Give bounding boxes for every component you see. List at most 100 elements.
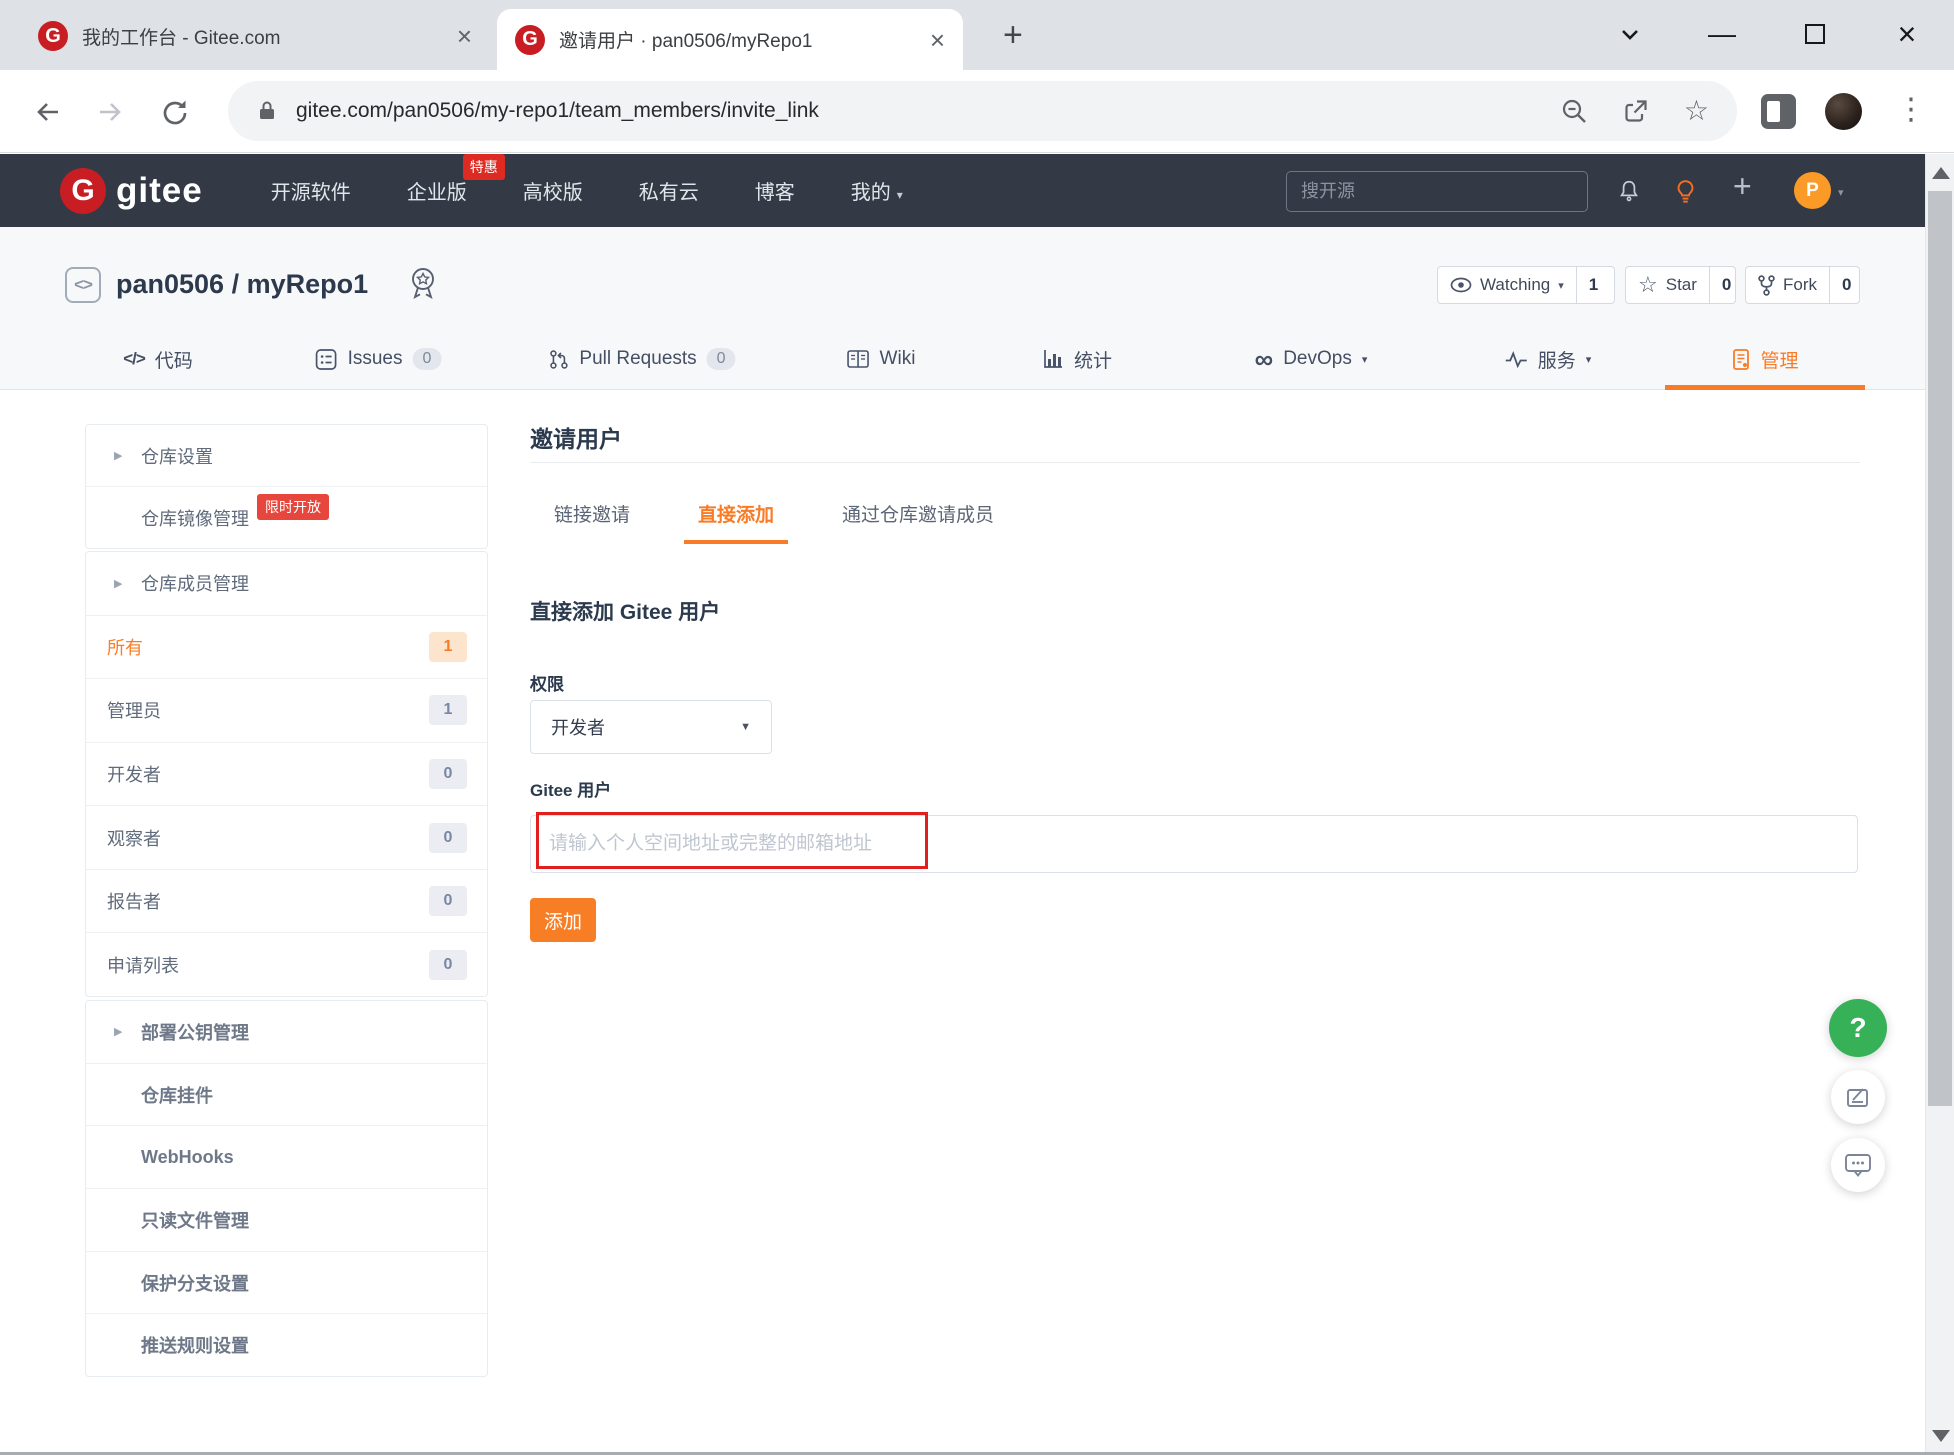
caret-down-icon[interactable]: ▾ — [1838, 186, 1844, 199]
repo-tab-pull-requests[interactable]: Pull Requests 0 — [548, 332, 735, 386]
fork-count[interactable]: 0 — [1829, 267, 1860, 303]
browser-window: G 我的工作台 - Gitee.com × G 邀请用户 · pan0506/m… — [0, 0, 1954, 1455]
sidebar-item-reporters[interactable]: 报告者 0 — [86, 869, 487, 933]
issues-icon — [315, 348, 338, 371]
count-badge: 0 — [429, 886, 467, 916]
infinity-icon: ∞ — [1255, 346, 1274, 372]
new-tab-button[interactable]: + — [1003, 16, 1023, 54]
sidebar-item-member-management[interactable]: ▶ 仓库成员管理 — [86, 552, 487, 615]
bookmark-star-icon[interactable]: ☆ — [1684, 97, 1709, 125]
sidebar-item-push-rules[interactable]: 推送规则设置 — [86, 1313, 487, 1376]
maximize-window-icon[interactable] — [1793, 14, 1837, 54]
minimize-window-icon[interactable]: — — [1700, 14, 1744, 54]
sidebar-item-applications[interactable]: 申请列表 0 — [86, 932, 487, 996]
permission-value: 开发者 — [551, 714, 605, 740]
watch-button[interactable]: Watching ▾ 1 — [1437, 266, 1615, 304]
pr-count-pill: 0 — [707, 348, 736, 370]
help-button[interactable]: ? — [1829, 999, 1887, 1057]
permission-select[interactable]: 开发者 ▼ — [530, 700, 772, 754]
tab-search-icon[interactable] — [1608, 14, 1652, 54]
repo-header: <> pan0506 / myRepo1 Watching ▾ 1 ☆ Star… — [0, 227, 1925, 390]
tab-invite-via-repo[interactable]: 通过仓库邀请成员 — [840, 500, 996, 544]
sidebar-item-repo-mirror[interactable]: 仓库镜像管理 限时开放 — [86, 486, 487, 548]
sidebar-item-readonly-files[interactable]: 只读文件管理 — [86, 1188, 487, 1251]
nav-link-education[interactable]: 高校版 — [523, 176, 583, 205]
bell-icon[interactable] — [1616, 178, 1642, 204]
gitee-logo-word: gitee — [116, 171, 203, 211]
add-button[interactable]: 添加 — [530, 898, 596, 942]
gitee-user-label: Gitee 用户 — [530, 776, 611, 801]
repo-tab-statistics[interactable]: 统计 — [1042, 332, 1112, 386]
sidebar-item-all-members[interactable]: 所有 1 — [86, 615, 487, 679]
nav-link-opensource[interactable]: 开源软件 — [271, 176, 351, 205]
nav-link-private-cloud[interactable]: 私有云 — [639, 176, 699, 205]
star-button[interactable]: ☆ Star 0 — [1625, 266, 1736, 304]
close-tab-icon[interactable]: × — [457, 23, 472, 49]
url-bar[interactable]: gitee.com/pan0506/my-repo1/team_members/… — [228, 81, 1737, 141]
browser-tab-strip: G 我的工作台 - Gitee.com × G 邀请用户 · pan0506/m… — [0, 0, 1954, 70]
nav-link-blog[interactable]: 博客 — [755, 176, 795, 205]
back-icon[interactable] — [32, 96, 64, 128]
gitee-logo[interactable]: G gitee — [60, 168, 203, 214]
count-badge: 0 — [429, 950, 467, 980]
repo-type-icon: <> — [65, 267, 101, 303]
lock-icon — [256, 99, 278, 123]
close-window-icon[interactable]: × — [1885, 14, 1929, 54]
scrollbar-up-arrow[interactable] — [1932, 167, 1950, 179]
sidebar-item-repo-widget[interactable]: 仓库挂件 — [86, 1063, 487, 1126]
scrollbar-down-arrow[interactable] — [1932, 1430, 1950, 1442]
browser-tab-invite-user[interactable]: G 邀请用户 · pan0506/myRepo1 × — [497, 9, 963, 70]
caret-down-icon: ▾ — [1586, 353, 1592, 366]
comment-button[interactable] — [1831, 1138, 1885, 1192]
code-icon: </> — [123, 349, 145, 369]
sidebar-toggle-icon[interactable] — [1761, 94, 1796, 129]
share-icon[interactable] — [1622, 97, 1650, 125]
repo-tab-code[interactable]: </> 代码 — [123, 332, 193, 386]
star-count[interactable]: 0 — [1709, 267, 1736, 303]
caret-down-icon: ▾ — [897, 188, 903, 202]
sidebar-item-developers[interactable]: 开发者 0 — [86, 742, 487, 806]
scrollbar-thumb[interactable] — [1928, 191, 1952, 1106]
kebab-menu-icon[interactable]: ⋮ — [1896, 92, 1926, 127]
sidebar-group-settings: ▶ 仓库设置 仓库镜像管理 限时开放 — [85, 424, 488, 549]
browser-profile-avatar[interactable] — [1825, 93, 1862, 130]
page-title: 邀请用户 — [530, 420, 622, 454]
forward-icon[interactable] — [94, 96, 126, 128]
watch-count[interactable]: 1 — [1576, 267, 1610, 303]
plus-icon[interactable]: + — [1733, 168, 1752, 205]
manage-icon — [1731, 348, 1750, 371]
nav-link-enterprise[interactable]: 企业版 特惠 — [407, 176, 467, 205]
browser-tab-workbench[interactable]: G 我的工作台 - Gitee.com × — [20, 8, 490, 64]
repo-tab-services[interactable]: 服务 ▾ — [1505, 332, 1592, 386]
repo-tab-manage[interactable]: 管理 — [1731, 332, 1798, 386]
repo-tab-wiki[interactable]: Wiki — [847, 332, 916, 386]
tab-direct-add[interactable]: 直接添加 — [684, 500, 788, 544]
url-text: gitee.com/pan0506/my-repo1/team_members/… — [296, 99, 1542, 123]
user-avatar[interactable]: P — [1794, 172, 1831, 209]
count-badge: 0 — [429, 823, 467, 853]
fork-button[interactable]: Fork 0 — [1745, 266, 1860, 304]
repo-tab-issues[interactable]: Issues 0 — [315, 332, 442, 386]
sidebar-item-webhooks[interactable]: WebHooks — [86, 1125, 487, 1188]
zoom-out-icon[interactable] — [1560, 97, 1588, 125]
reload-icon[interactable] — [158, 96, 192, 130]
repo-tab-devops[interactable]: ∞ DevOps ▾ — [1255, 332, 1368, 386]
medal-icon[interactable] — [405, 265, 441, 305]
tab-title: 邀请用户 · pan0506/myRepo1 — [559, 26, 916, 53]
page-scrollbar[interactable] — [1925, 154, 1954, 1455]
sidebar-item-admins[interactable]: 管理员 1 — [86, 678, 487, 742]
sidebar-item-deploy-keys[interactable]: ▶ 部署公钥管理 — [86, 1001, 487, 1063]
tab-link-invite[interactable]: 链接邀请 — [552, 500, 632, 544]
gitee-search-input[interactable] — [1286, 171, 1588, 212]
nav-link-mine[interactable]: 我的▾ — [851, 176, 903, 205]
gitee-user-input[interactable] — [530, 815, 1858, 873]
gitee-favicon: G — [38, 21, 68, 51]
sidebar-item-repo-settings[interactable]: ▶ 仓库设置 — [86, 425, 487, 486]
repo-breadcrumb[interactable]: pan0506 / myRepo1 — [116, 269, 368, 300]
close-tab-icon[interactable]: × — [930, 27, 945, 53]
feedback-button[interactable] — [1831, 1070, 1885, 1124]
lightbulb-icon[interactable] — [1672, 178, 1699, 205]
sidebar-item-observers[interactable]: 观察者 0 — [86, 805, 487, 869]
sidebar-item-protected-branches[interactable]: 保护分支设置 — [86, 1251, 487, 1314]
active-tab-underline — [1665, 385, 1865, 390]
